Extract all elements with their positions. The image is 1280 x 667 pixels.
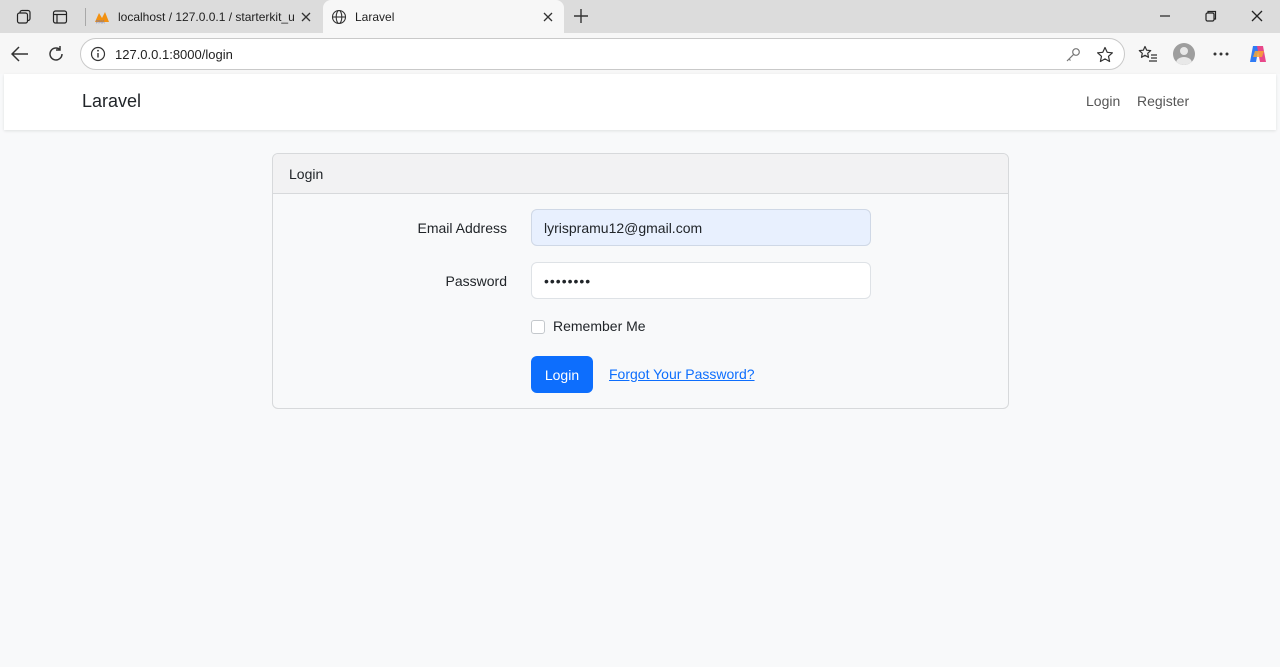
remember-me-checkbox[interactable] [531,320,545,334]
svg-text:PMA: PMA [96,19,105,24]
password-field[interactable] [531,262,871,299]
nav-login-link[interactable]: Login [1086,93,1120,109]
site-info-icon[interactable] [90,46,106,62]
remember-me-label[interactable]: Remember Me [553,318,646,334]
favorites-list-icon[interactable] [1136,42,1160,66]
close-tab-icon[interactable] [296,7,316,27]
password-key-icon[interactable] [1063,45,1083,65]
tab-title: Laravel [355,9,395,24]
restore-icon[interactable] [1198,4,1224,28]
site-navbar: Laravel Login Register [4,74,1276,130]
new-tab-icon[interactable] [570,5,592,27]
tab-title: localhost / 127.0.0.1 / starterkit_u [118,9,295,24]
nav-register-link[interactable]: Register [1137,93,1189,109]
email-label: Email Address [417,220,507,236]
globe-icon [331,9,347,25]
phpmyadmin-icon: PMA [94,9,110,25]
page-viewport: Laravel Login Register Login Email Addre… [4,74,1276,667]
address-bar[interactable]: 127.0.0.1:8000/login [80,38,1125,70]
login-card: Login Email Address Password Remember Me… [272,153,1009,409]
browser-tab-strip: PMA localhost / 127.0.0.1 / starterkit_u… [0,0,1280,33]
profile-avatar-icon[interactable] [1172,42,1196,66]
browser-toolbar: 127.0.0.1:8000/login [0,33,1280,74]
close-window-icon[interactable] [1244,4,1270,28]
refresh-icon[interactable] [43,41,69,67]
minimize-icon[interactable] [1152,4,1178,28]
tab-actions-icon[interactable] [49,6,71,28]
more-options-icon[interactable] [1209,42,1233,66]
tab-laravel[interactable]: Laravel [323,0,564,33]
copilot-icon[interactable] [1246,42,1270,66]
email-field[interactable] [531,209,871,246]
workspaces-icon[interactable] [13,6,35,28]
forgot-password-link[interactable]: Forgot Your Password? [609,366,755,382]
brand-logo-link[interactable]: Laravel [82,91,141,112]
tab-phpmyadmin[interactable]: PMA localhost / 127.0.0.1 / starterkit_u [86,0,322,33]
back-arrow-icon[interactable] [7,41,33,67]
close-tab-icon[interactable] [538,7,558,27]
password-label: Password [445,273,507,289]
url-text[interactable]: 127.0.0.1:8000/login [115,47,233,62]
card-header: Login [273,154,1008,194]
avatar [1173,43,1195,65]
favorite-star-icon[interactable] [1095,45,1115,65]
login-submit-button[interactable]: Login [531,356,593,393]
